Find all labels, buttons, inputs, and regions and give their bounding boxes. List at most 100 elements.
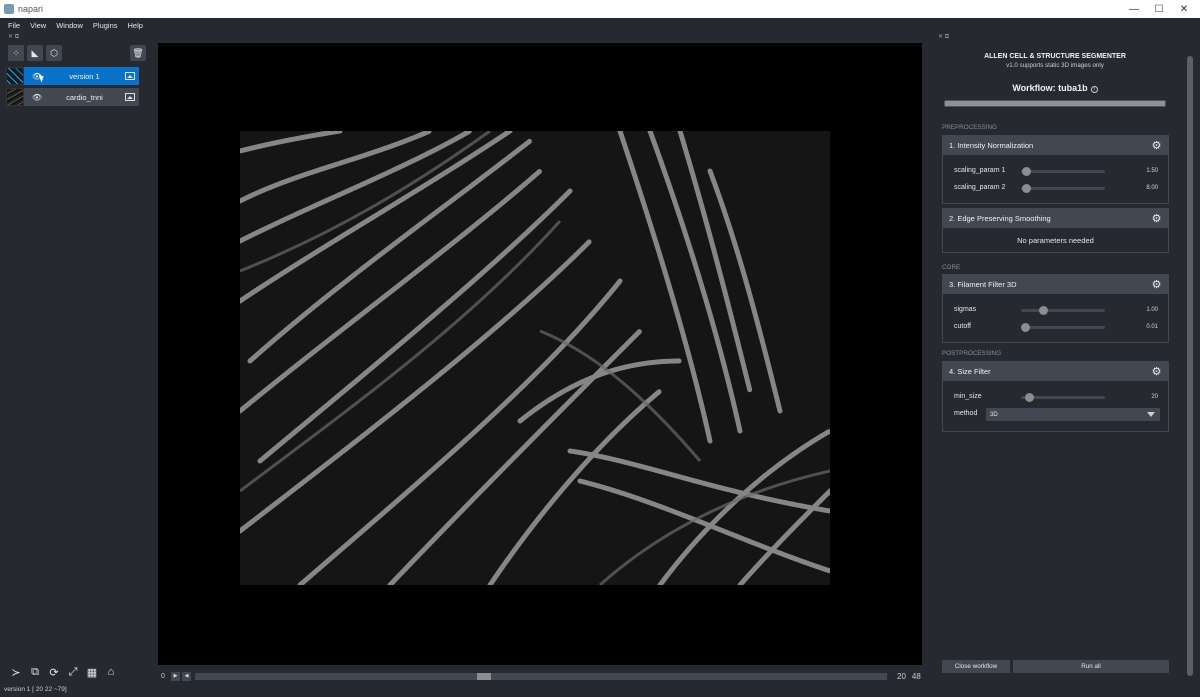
param-slider[interactable] <box>1021 184 1105 193</box>
param-cutoff: cutoff 0.01 <box>943 319 1168 336</box>
menu-bar: File View Window Plugins Help <box>0 18 1200 32</box>
plugin-subtitle: v1.0 supports static 3D images only <box>1006 62 1104 69</box>
layer-tools: ⁘ ◣ ⬡ <box>8 45 62 61</box>
param-label: cutoff <box>954 323 971 330</box>
layer-dock-header[interactable]: ✕ ⧉ <box>8 33 19 41</box>
param-value[interactable]: 1.00 <box>1146 307 1158 313</box>
new-labels-layer-icon[interactable]: ⬡ <box>46 45 62 61</box>
window-title: napari <box>18 4 44 14</box>
microscopy-image <box>240 131 830 585</box>
slider-knob[interactable] <box>1039 306 1048 315</box>
step-intensity-normalization: 1. Intensity Normalization ⚙ scaling_par… <box>942 135 1169 204</box>
param-label: scaling_param 1 <box>954 167 1006 174</box>
napari-window: napari — ☐ ✕ File View Window Plugins He… <box>0 0 1200 697</box>
param-label: min_size <box>954 393 982 400</box>
image-layer-icon <box>125 72 135 80</box>
method-select[interactable]: 3D <box>986 408 1160 421</box>
plugin-scrollbar[interactable] <box>1186 42 1194 682</box>
layer-thumbnail <box>6 88 24 106</box>
workflow-title: Workflow: tuba1b i <box>944 83 1166 93</box>
dims-slider-handle[interactable] <box>477 672 491 680</box>
slider-knob[interactable] <box>1022 184 1031 193</box>
step-header[interactable]: 4. Size Filter ⚙ <box>943 362 1168 381</box>
layer-list-dock: ✕ ⧉ ⁘ ◣ ⬡ 🗑 👁 version 1 👁 cardio_tnni ≻ … <box>2 32 150 682</box>
menu-view[interactable]: View <box>30 21 46 30</box>
chevron-down-icon <box>1147 412 1155 417</box>
step-header[interactable]: 3. Filament Filter 3D ⚙ <box>943 275 1168 294</box>
gear-icon[interactable]: ⚙ <box>1150 212 1163 225</box>
slider-knob[interactable] <box>1025 393 1034 402</box>
section-preprocessing: PREPROCESSING <box>942 124 997 131</box>
workflow-progress-bar <box>944 100 1166 107</box>
ndisplay-icon[interactable]: ⧉ <box>27 664 43 680</box>
play-back-button[interactable]: ◀ <box>182 671 191 681</box>
param-value[interactable]: 0.01 <box>1146 324 1158 330</box>
param-slider[interactable] <box>1021 323 1105 332</box>
close-window-button[interactable]: ✕ <box>1170 0 1198 18</box>
new-shapes-layer-icon[interactable]: ◣ <box>27 45 43 61</box>
param-slider[interactable] <box>1021 167 1105 176</box>
param-value[interactable]: 20 <box>1151 394 1158 400</box>
step-label: 1. Intensity Normalization <box>949 141 1034 150</box>
section-postprocessing: POSTPROCESSING <box>942 350 1002 357</box>
step-header[interactable]: 1. Intensity Normalization ⚙ <box>943 136 1168 155</box>
gear-icon[interactable]: ⚙ <box>1150 278 1163 291</box>
param-value[interactable]: 8.00 <box>1146 185 1158 191</box>
menu-help[interactable]: Help <box>128 21 143 30</box>
minimize-button[interactable]: — <box>1120 0 1148 18</box>
close-workflow-button[interactable]: Close workflow <box>942 660 1010 673</box>
play-forward-button[interactable]: ▶ <box>171 671 180 681</box>
layer-name[interactable]: version 1 <box>44 72 125 81</box>
gear-icon[interactable]: ⚙ <box>1150 365 1163 378</box>
dims-current-value[interactable]: 20 <box>897 672 906 681</box>
menu-plugins[interactable]: Plugins <box>93 21 118 30</box>
menu-file[interactable]: File <box>8 21 20 30</box>
step-label: 3. Filament Filter 3D <box>949 280 1017 289</box>
roll-dims-icon[interactable]: ⟳ <box>46 664 62 680</box>
param-slider[interactable] <box>1021 306 1105 315</box>
plugin-dock-header[interactable]: ✕ ⧉ <box>938 33 949 41</box>
step-size-filter: 4. Size Filter ⚙ min_size 20 method 3D <box>942 361 1169 432</box>
param-method: method 3D <box>943 406 1168 425</box>
transpose-icon[interactable]: ⤢ <box>65 664 81 680</box>
grid-view-icon[interactable]: ▦ <box>84 664 100 680</box>
step-label: 2. Edge Preserving Smoothing <box>949 214 1051 223</box>
info-icon[interactable]: i <box>1090 86 1098 93</box>
new-points-layer-icon[interactable]: ⁘ <box>8 45 24 61</box>
napari-app-icon <box>4 4 14 14</box>
plugin-title: ALLEN CELL & STRUCTURE SEGMENTER <box>984 53 1126 60</box>
layer-row-version-1[interactable]: 👁 version 1 <box>6 67 139 85</box>
param-slider[interactable] <box>1021 393 1105 402</box>
viewer-buttons: ≻ ⧉ ⟳ ⤢ ▦ ⌂ <box>8 664 119 680</box>
menu-window[interactable]: Window <box>56 21 83 30</box>
method-selected-value: 3D <box>990 411 998 418</box>
console-icon[interactable]: ≻ <box>8 664 24 680</box>
step-header[interactable]: 2. Edge Preserving Smoothing ⚙ <box>943 209 1168 228</box>
slider-knob[interactable] <box>1022 167 1031 176</box>
maximize-button[interactable]: ☐ <box>1145 0 1173 18</box>
gear-icon[interactable]: ⚙ <box>1150 139 1163 152</box>
viewer-canvas[interactable] <box>158 43 922 665</box>
dims-slider-track[interactable] <box>195 672 887 680</box>
visibility-eye-icon[interactable]: 👁 <box>30 93 44 102</box>
scrollbar-handle[interactable] <box>1187 56 1193 676</box>
run-all-button[interactable]: Run all <box>1013 660 1169 673</box>
param-min-size: min_size 20 <box>943 389 1168 406</box>
slider-knob[interactable] <box>1021 323 1030 332</box>
param-value[interactable]: 1.50 <box>1146 168 1158 174</box>
param-label: method <box>954 410 978 417</box>
dims-max-value: 48 <box>911 671 921 681</box>
layer-list: 👁 version 1 👁 cardio_tnni <box>6 67 139 109</box>
section-core: CORE <box>942 264 961 271</box>
image-layer-icon <box>125 93 135 101</box>
param-scaling-param-2: scaling_param 2 8.00 <box>943 180 1168 197</box>
home-icon[interactable]: ⌂ <box>103 664 119 680</box>
param-scaling-param-1: scaling_param 1 1.50 <box>943 163 1168 180</box>
step-label: 4. Size Filter <box>949 367 991 376</box>
layer-name[interactable]: cardio_tnni <box>44 93 125 102</box>
title-bar: napari — ☐ ✕ <box>0 0 1200 18</box>
delete-layer-icon[interactable]: 🗑 <box>130 45 146 61</box>
step-edge-preserving-smoothing: 2. Edge Preserving Smoothing ⚙ No parame… <box>942 208 1169 253</box>
step-filament-filter-3d: 3. Filament Filter 3D ⚙ sigmas 1.00 cuto… <box>942 274 1169 343</box>
layer-row-cardio-tnni[interactable]: 👁 cardio_tnni <box>6 88 139 106</box>
